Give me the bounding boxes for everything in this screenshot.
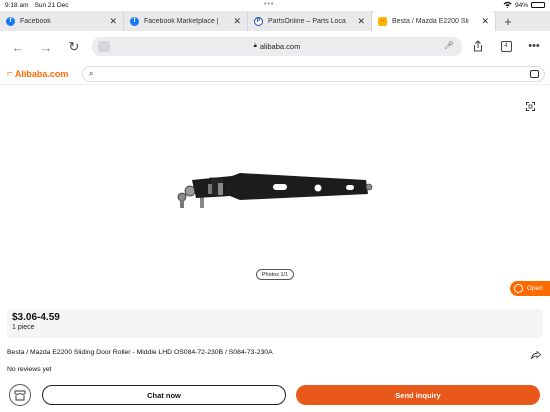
minimum-order: 1 piece — [12, 324, 35, 331]
status-bar: 9:18 am Sun 21 Dec ••• 94% — [0, 0, 550, 10]
wifi-icon — [503, 1, 512, 10]
browser-nav-bar: ← → ↻ 🔒︎ alibaba.com 🎤︎ 4 ••• — [0, 32, 550, 62]
close-tab-icon[interactable]: ✕ — [481, 16, 489, 27]
tabs-overview-button[interactable]: 4 — [498, 38, 514, 54]
product-title: Besta / Mazda E2200 Sliding Door Roller … — [7, 349, 273, 356]
close-tab-icon[interactable]: ✕ — [357, 16, 365, 27]
app-ring-icon — [514, 284, 523, 293]
status-date: Sun 21 Dec — [34, 1, 69, 9]
close-tab-icon[interactable]: ✕ — [109, 16, 117, 27]
tab-facebook-marketplace[interactable]: f Facebook Marketplace | ✕ — [124, 11, 248, 31]
battery-icon — [531, 2, 545, 8]
site-header: ⌐ Alibaba.com ⌕ — [0, 63, 550, 85]
plus-icon: + — [504, 13, 512, 29]
microphone-icon[interactable]: 🎤︎ — [444, 41, 454, 50]
chat-now-button[interactable]: Chat now — [42, 385, 286, 405]
browser-actions: 4 ••• — [470, 38, 542, 54]
camera-icon[interactable] — [530, 70, 539, 78]
url-text: alibaba.com — [259, 42, 301, 51]
tab-facebook[interactable]: f Facebook ✕ — [0, 11, 124, 31]
fullscreen-icon[interactable] — [526, 102, 535, 111]
search-icon: ⌕ — [89, 69, 94, 78]
tab-label: Facebook — [20, 17, 51, 25]
browser-tab-bar: f Facebook ✕ f Facebook Marketplace | ✕ … — [0, 11, 550, 31]
store-icon — [14, 390, 26, 400]
logo-text: Alibaba.com — [14, 68, 69, 79]
address-bar[interactable]: 🔒︎ alibaba.com 🎤︎ — [92, 37, 462, 56]
lock-icon: 🔒︎ — [253, 43, 257, 49]
arrow-left-icon: ← — [11, 39, 25, 55]
tab-alibaba-product[interactable]: ⌐ Besta / Mazda E2200 Sli ✕ — [372, 11, 496, 31]
more-menu-button[interactable]: ••• — [526, 38, 542, 54]
open-label: Open — [527, 285, 543, 292]
battery-percent: 94% — [514, 1, 528, 9]
tab-label: PartsOnline – Parts Loca — [268, 17, 346, 25]
reload-button[interactable]: ↻ — [64, 37, 84, 57]
page-settings-icon[interactable] — [98, 41, 110, 52]
share-icon[interactable] — [531, 350, 542, 362]
site-logo[interactable]: ⌐ Alibaba.com — [7, 68, 68, 79]
share-icon — [474, 40, 482, 52]
status-time: 9:18 am — [5, 1, 29, 9]
product-image[interactable] — [170, 170, 380, 212]
send-inquiry-button[interactable]: Send inquiry — [296, 385, 540, 405]
arrow-right-icon: → — [39, 39, 53, 55]
price-box: $3.06-4.59 1 piece — [7, 309, 543, 338]
tab-label: Facebook Marketplace | — [144, 17, 219, 25]
tab-partsonline[interactable]: P PartsOnline – Parts Loca ✕ — [248, 11, 372, 31]
partsonline-icon: P — [254, 16, 263, 26]
bottom-action-bar: Chat now Send inquiry — [0, 380, 550, 412]
alibaba-icon: ⌐ — [378, 16, 387, 26]
forward-button[interactable]: → — [36, 37, 56, 57]
product-gallery[interactable]: Photos 1/1 Open — [0, 86, 550, 296]
price-range: $3.06-4.59 — [12, 312, 60, 323]
multitask-dots-icon[interactable]: ••• — [264, 1, 274, 8]
open-app-button[interactable]: Open — [510, 281, 550, 296]
close-tab-icon[interactable]: ✕ — [233, 16, 241, 27]
reload-icon: ↻ — [68, 39, 80, 54]
search-input[interactable]: ⌕ — [82, 66, 545, 82]
new-tab-button[interactable]: + — [496, 11, 520, 31]
alibaba-logo-icon: ⌐ — [7, 68, 13, 79]
facebook-icon: f — [6, 16, 15, 26]
reviews-summary: No reviews yet — [7, 366, 52, 373]
share-button[interactable] — [470, 38, 486, 54]
back-button[interactable]: ← — [8, 37, 28, 57]
facebook-icon: f — [130, 16, 139, 26]
tab-count: 4 — [500, 40, 512, 52]
store-button[interactable] — [9, 384, 31, 406]
more-dots-icon: ••• — [528, 40, 540, 52]
photo-counter[interactable]: Photos 1/1 — [256, 269, 294, 280]
tab-label: Besta / Mazda E2200 Sli — [392, 17, 469, 25]
